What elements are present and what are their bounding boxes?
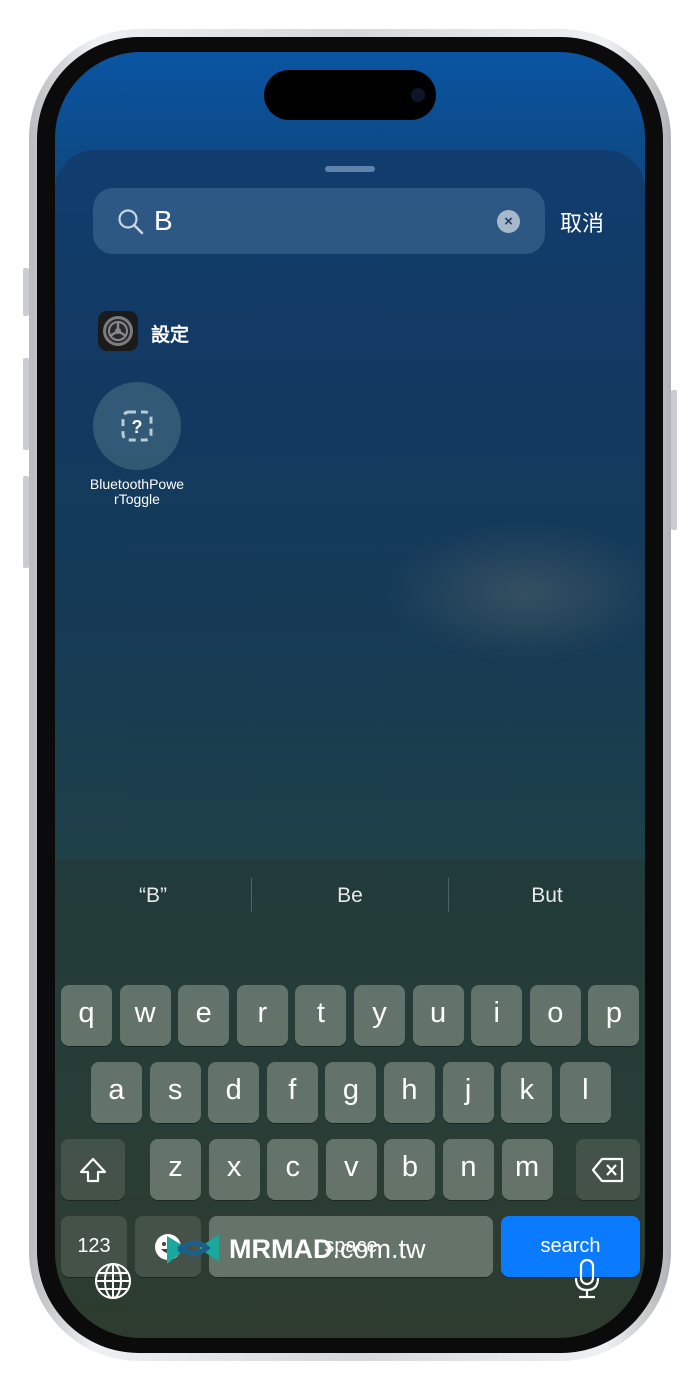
microphone-icon[interactable] — [573, 1258, 601, 1300]
volume-down-button — [23, 476, 29, 568]
suggestion-3[interactable]: But — [449, 884, 645, 908]
key-m[interactable]: m — [501, 1139, 553, 1200]
key-k[interactable]: k — [501, 1062, 553, 1123]
delete-icon — [591, 1157, 624, 1183]
key-v[interactable]: v — [325, 1139, 377, 1200]
key-j[interactable]: j — [442, 1062, 494, 1123]
cancel-button[interactable]: 取消 — [560, 206, 604, 238]
search-input[interactable]: B × — [93, 188, 545, 254]
shortcut-label: BluetoothPowe rToggle — [77, 477, 197, 507]
key-s[interactable]: s — [149, 1062, 201, 1123]
shift-icon — [79, 1157, 107, 1183]
key-u[interactable]: u — [412, 985, 464, 1046]
key-b[interactable]: b — [384, 1139, 436, 1200]
search-icon — [118, 209, 144, 235]
key-h[interactable]: h — [384, 1062, 435, 1123]
key-r[interactable]: r — [236, 985, 288, 1046]
side-button — [671, 390, 677, 530]
mrmad-logo-icon — [167, 1234, 219, 1264]
key-t[interactable]: t — [295, 985, 347, 1046]
volume-up-button — [23, 358, 29, 450]
key-x[interactable]: x — [208, 1139, 260, 1200]
key-y[interactable]: y — [354, 985, 405, 1046]
shortcut-label-line2: rToggle — [114, 491, 160, 507]
keyboard: “B” Be But qwertyuiopasdfghjklzxcvbnm 12… — [55, 860, 645, 1338]
suggestion-1[interactable]: “B” — [55, 884, 251, 908]
key-z[interactable]: z — [150, 1139, 201, 1200]
globe-icon[interactable] — [94, 1262, 132, 1300]
key-l[interactable]: l — [559, 1062, 611, 1123]
key-w[interactable]: w — [119, 985, 171, 1046]
key-f[interactable]: f — [266, 1062, 318, 1123]
key-g[interactable]: g — [325, 1062, 377, 1123]
shortcut-result[interactable]: ? — [93, 382, 181, 470]
suggestion-2[interactable]: Be — [252, 884, 448, 908]
watermark-text: MRMAD.com.tw — [229, 1233, 426, 1264]
settings-gear-icon[interactable] — [98, 311, 138, 351]
key-p[interactable]: p — [588, 985, 640, 1046]
key-n[interactable]: n — [443, 1139, 494, 1200]
camera-icon — [411, 88, 425, 102]
search-key[interactable]: search — [501, 1216, 640, 1277]
key-d[interactable]: d — [208, 1062, 260, 1123]
key-e[interactable]: e — [178, 985, 230, 1046]
dynamic-island — [264, 70, 436, 120]
result-settings-label[interactable]: 設定 — [151, 320, 189, 347]
action-button — [23, 268, 29, 316]
key-q[interactable]: q — [61, 985, 112, 1046]
svg-text:?: ? — [132, 417, 143, 437]
search-query: B — [154, 205, 173, 236]
delete-key[interactable] — [576, 1139, 640, 1200]
sheet-grabber[interactable] — [325, 166, 375, 172]
watermark-logo: MRMAD.com.tw — [165, 1232, 426, 1266]
shortcut-label-line1: BluetoothPowe — [89, 476, 185, 492]
key-i[interactable]: i — [471, 985, 523, 1046]
screen: B × 取消 設定 ? BluetoothPowe rToggle “B” Be … — [55, 52, 645, 1338]
shortcut-placeholder-icon: ? — [121, 410, 153, 442]
key-c[interactable]: c — [267, 1139, 319, 1200]
key-a[interactable]: a — [91, 1062, 142, 1123]
key-o[interactable]: o — [529, 985, 581, 1046]
clear-icon[interactable]: × — [497, 210, 520, 233]
shift-key[interactable] — [61, 1139, 125, 1200]
